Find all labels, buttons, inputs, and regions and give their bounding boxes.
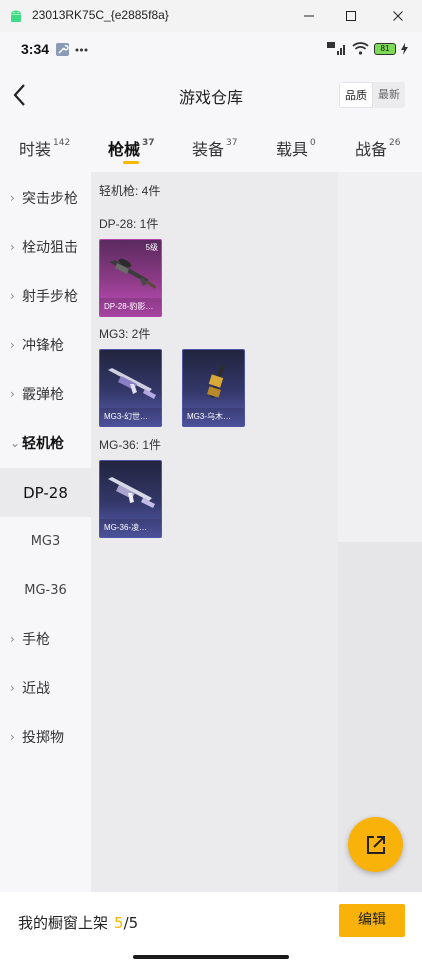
showcase-status: 我的橱窗上架 5/5 bbox=[18, 912, 138, 933]
chevron-right-icon: › bbox=[10, 631, 15, 646]
tab-battle-gear[interactable]: 战备 26 bbox=[355, 136, 400, 160]
showcase-current-count: 5 bbox=[114, 914, 124, 932]
sidebar-item-label: 投掷物 bbox=[22, 729, 64, 746]
item-card-mg3-2[interactable]: MG3-乌木… bbox=[182, 349, 245, 427]
sidebar-subitem-mg3[interactable]: MG3 bbox=[0, 517, 91, 566]
sort-toggle: 品质 最新 bbox=[339, 82, 405, 108]
sidebar-subitem-mg36[interactable]: MG-36 bbox=[0, 566, 91, 615]
tab-active-indicator bbox=[123, 161, 139, 164]
group-heading-dp28: DP-28: 1件 bbox=[99, 217, 159, 231]
sidebar-item-melee[interactable]: › 近战 bbox=[0, 663, 91, 712]
tab-label: 战备 bbox=[355, 140, 388, 159]
scroll-area-top bbox=[338, 172, 422, 542]
maximize-icon bbox=[346, 11, 356, 21]
showcase-label: 我的橱窗上架 bbox=[18, 914, 109, 932]
sidebar-item-label: 轻机枪 bbox=[22, 435, 64, 452]
chevron-right-icon: › bbox=[10, 337, 15, 352]
status-bar: 3:34 81 bbox=[0, 32, 422, 68]
tab-equipment[interactable]: 装备 37 bbox=[192, 136, 237, 160]
gun-mg3-icon bbox=[108, 368, 156, 399]
minimize-icon bbox=[304, 15, 314, 17]
sidebar-item-bolt-sniper[interactable]: › 栓动狙击 bbox=[0, 222, 91, 271]
chevron-right-icon: › bbox=[10, 190, 15, 205]
gun-mg3-ebony-icon bbox=[207, 364, 226, 398]
tab-count: 0 bbox=[310, 138, 316, 148]
item-name: MG3-乌木… bbox=[183, 408, 244, 426]
sidebar-item-marksman-rifle[interactable]: › 射手步枪 bbox=[0, 271, 91, 320]
home-indicator[interactable] bbox=[133, 955, 289, 959]
sidebar-item-pistol[interactable]: › 手枪 bbox=[0, 614, 91, 663]
sidebar-item-assault-rifle[interactable]: › 突击步枪 bbox=[0, 173, 91, 222]
tab-count: 37 bbox=[142, 138, 155, 148]
sidebar-item-label: 突击步枪 bbox=[22, 190, 78, 207]
item-grid-panel[interactable]: 轻机枪: 4件 DP-28: 1件 5级 DP-28-豹影… MG3: 2件 M… bbox=[91, 172, 422, 892]
tab-label: 时装 bbox=[19, 140, 52, 159]
gun-mg36-icon bbox=[108, 477, 155, 508]
showcase-total-count: /5 bbox=[123, 914, 139, 932]
tab-vehicles[interactable]: 载具 0 bbox=[276, 136, 316, 160]
maximize-button[interactable] bbox=[330, 0, 372, 32]
tab-count: 26 bbox=[389, 138, 401, 148]
battery-icon: 81 bbox=[374, 42, 396, 55]
item-name: MG-36-凌… bbox=[100, 519, 161, 537]
page-header: 游戏仓库 品质 最新 bbox=[0, 68, 422, 124]
category-sidebar: › 突击步枪 › 栓动狙击 › 射手步枪 › 冲锋枪 › 霰弹枪 ⌄ 轻机枪 DP-28 M… bbox=[0, 172, 91, 892]
gun-dp28-icon bbox=[109, 258, 156, 289]
tab-label: 枪械 bbox=[108, 140, 141, 159]
tab-label: 载具 bbox=[276, 140, 309, 159]
more-dots-icon bbox=[75, 48, 88, 51]
tab-count: 142 bbox=[53, 138, 71, 148]
sort-newest-option[interactable]: 最新 bbox=[373, 82, 405, 108]
share-icon bbox=[366, 835, 385, 854]
status-time: 3:34 bbox=[21, 41, 50, 57]
chevron-right-icon: › bbox=[10, 680, 15, 695]
chevron-right-icon: › bbox=[10, 386, 15, 401]
sidebar-subitem-dp28[interactable]: DP-28 bbox=[0, 468, 91, 517]
minimize-button[interactable] bbox=[288, 0, 330, 32]
item-name: DP-28-豹影… bbox=[100, 298, 161, 316]
item-card-dp28[interactable]: 5级 DP-28-豹影… bbox=[99, 239, 162, 317]
tab-outfits[interactable]: 时装 142 bbox=[19, 136, 70, 160]
sidebar-item-label: 冲锋枪 bbox=[22, 337, 64, 354]
wifi-icon bbox=[352, 42, 369, 55]
chevron-right-icon: › bbox=[10, 239, 15, 254]
tab-label: 装备 bbox=[192, 140, 225, 159]
tab-count: 37 bbox=[226, 138, 238, 148]
item-card-mg3-1[interactable]: MG3-幻世… bbox=[99, 349, 162, 427]
tab-guns[interactable]: 枪械 37 bbox=[108, 136, 155, 160]
category-tabs: 时装 142 枪械 37 装备 37 载具 0 战备 26 bbox=[0, 124, 422, 172]
item-card-mg36[interactable]: MG-36-凌… bbox=[99, 460, 162, 538]
wrench-icon bbox=[56, 43, 69, 56]
bottom-bar: 我的橱窗上架 5/5 编辑 bbox=[0, 892, 422, 967]
share-button[interactable] bbox=[348, 817, 403, 872]
item-name: MG3-幻世… bbox=[100, 408, 161, 426]
sidebar-item-label: 霰弹枪 bbox=[22, 386, 64, 403]
window-title: 23013RK75C_{e2885f8a} bbox=[32, 8, 169, 22]
chevron-down-icon: ⌄ bbox=[10, 435, 21, 450]
close-button[interactable] bbox=[377, 0, 419, 32]
group-heading-mg3: MG3: 2件 bbox=[99, 327, 151, 341]
sort-quality-option[interactable]: 品质 bbox=[339, 82, 373, 108]
chevron-right-icon: › bbox=[10, 288, 15, 303]
edit-button[interactable]: 编辑 bbox=[339, 904, 405, 937]
sidebar-item-smg[interactable]: › 冲锋枪 bbox=[0, 320, 91, 369]
close-icon bbox=[393, 11, 403, 21]
sidebar-item-label: 射手步枪 bbox=[22, 288, 78, 305]
android-icon bbox=[11, 10, 21, 22]
total-count-heading: 轻机枪: 4件 bbox=[99, 184, 161, 198]
sidebar-item-throwables[interactable]: › 投掷物 bbox=[0, 712, 91, 761]
group-heading-mg36: MG-36: 1件 bbox=[99, 438, 162, 452]
sidebar-item-label: 栓动狙击 bbox=[22, 239, 78, 256]
window-titlebar: 23013RK75C_{e2885f8a} bbox=[0, 0, 422, 32]
hd-signal-icon bbox=[327, 42, 345, 55]
sidebar-item-shotgun[interactable]: › 霰弹枪 bbox=[0, 369, 91, 418]
charging-icon bbox=[401, 42, 408, 55]
sidebar-item-label: 近战 bbox=[22, 680, 50, 697]
chevron-right-icon: › bbox=[10, 729, 15, 744]
sidebar-item-lmg[interactable]: ⌄ 轻机枪 bbox=[0, 418, 91, 467]
sidebar-item-label: 手枪 bbox=[22, 631, 50, 648]
